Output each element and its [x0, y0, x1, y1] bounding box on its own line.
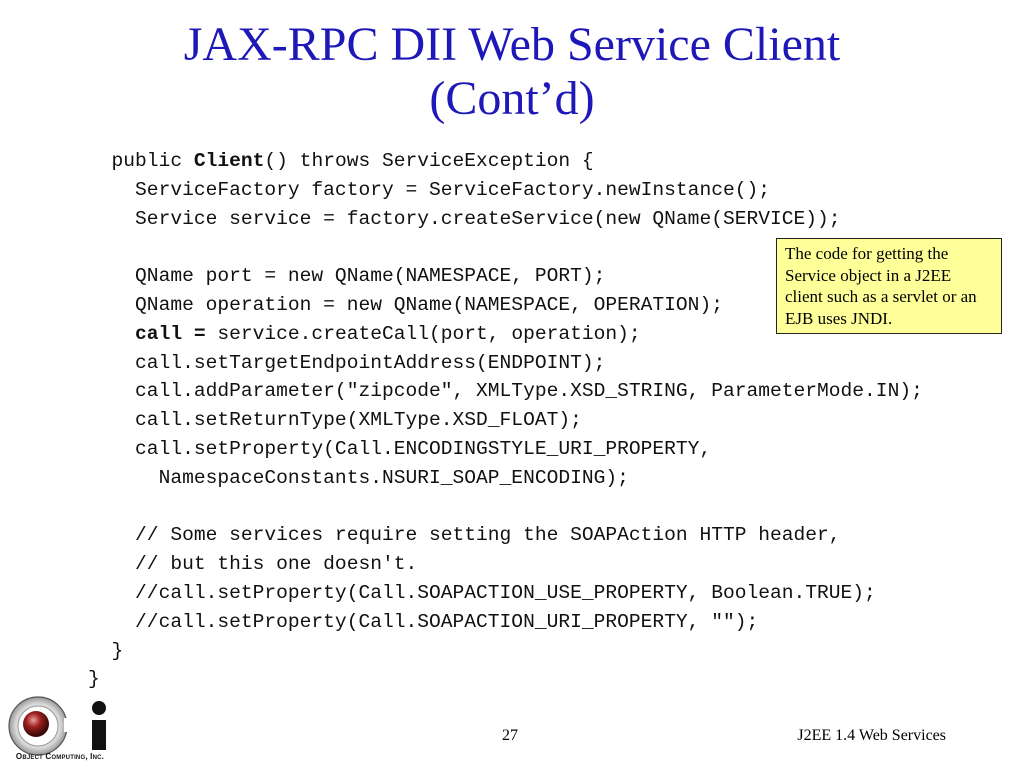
code-line: }	[88, 665, 923, 694]
callout-note: The code for getting the Service object …	[776, 238, 1002, 334]
code-text: call.setReturnType(XMLType.XSD_FLOAT);	[135, 409, 582, 432]
code-text: ServiceFactory factory = ServiceFactory.…	[135, 178, 770, 201]
code-text: service.createCall(port, operation);	[205, 322, 641, 345]
code-line: }	[88, 637, 923, 666]
code-keyword: Client	[193, 150, 265, 172]
code-line: //call.setProperty(Call.SOAPACTION_USE_P…	[88, 579, 923, 608]
code-line: call.setReturnType(XMLType.XSD_FLOAT);	[88, 406, 923, 435]
code-line: //call.setProperty(Call.SOAPACTION_URI_P…	[88, 608, 923, 637]
code-text: NamespaceConstants.NSURI_SOAP_ENCODING);	[158, 466, 629, 489]
slide-title-line-1: JAX-RPC DII Web Service Client	[183, 18, 841, 71]
code-text: }	[88, 668, 100, 691]
code-text: //call.setProperty(Call.SOAPACTION_URI_P…	[135, 610, 759, 633]
code-text: QName operation = new QName(NAMESPACE, O…	[135, 293, 723, 316]
code-line: ServiceFactory factory = ServiceFactory.…	[88, 176, 923, 205]
code-line: call.setTargetEndpointAddress(ENDPOINT);	[88, 349, 923, 378]
slide-title-line-2: (Cont’d)	[429, 72, 595, 125]
slide: JAX-RPC DII Web Service Client (Cont’d) …	[0, 0, 1024, 768]
code-line: call.setProperty(Call.ENCODINGSTYLE_URI_…	[88, 435, 923, 464]
code-text: //call.setProperty(Call.SOAPACTION_USE_P…	[135, 581, 876, 604]
slide-title: JAX-RPC DII Web Service Client (Cont’d)	[0, 18, 1024, 126]
page-number: 27	[502, 727, 518, 744]
code-text: // Some services require setting the SOA…	[135, 524, 841, 547]
code-text: call.setTargetEndpointAddress(ENDPOINT);	[135, 351, 606, 374]
code-line: // but this one doesn't.	[88, 550, 923, 579]
code-line: Service service = factory.createService(…	[88, 205, 923, 234]
code-text: }	[111, 639, 124, 662]
code-text: Service service = factory.createService(…	[135, 207, 841, 230]
code-listing: public Client() throws ServiceException …	[88, 147, 923, 694]
code-line: call.addParameter("zipcode", XMLType.XSD…	[88, 377, 923, 406]
code-text: QName port = new QName(NAMESPACE, PORT);	[135, 265, 606, 288]
logo-wordmark: Object Computing, Inc.	[15, 752, 105, 761]
code-line: // Some services require setting the SOA…	[88, 521, 923, 550]
code-text: public	[111, 150, 194, 172]
code-text: () throws ServiceException {	[264, 150, 594, 172]
code-keyword: call =	[135, 322, 206, 345]
code-line: NamespaceConstants.NSURI_SOAP_ENCODING);	[88, 464, 923, 493]
code-text: // but this one doesn't.	[135, 553, 418, 576]
footer-course-title: J2EE 1.4 Web Services	[797, 727, 946, 744]
code-text: call.setProperty(Call.ENCODINGSTYLE_URI_…	[135, 437, 712, 460]
code-text: call.addParameter("zipcode", XMLType.XSD…	[135, 380, 923, 403]
code-line: public Client() throws ServiceException …	[88, 147, 923, 176]
